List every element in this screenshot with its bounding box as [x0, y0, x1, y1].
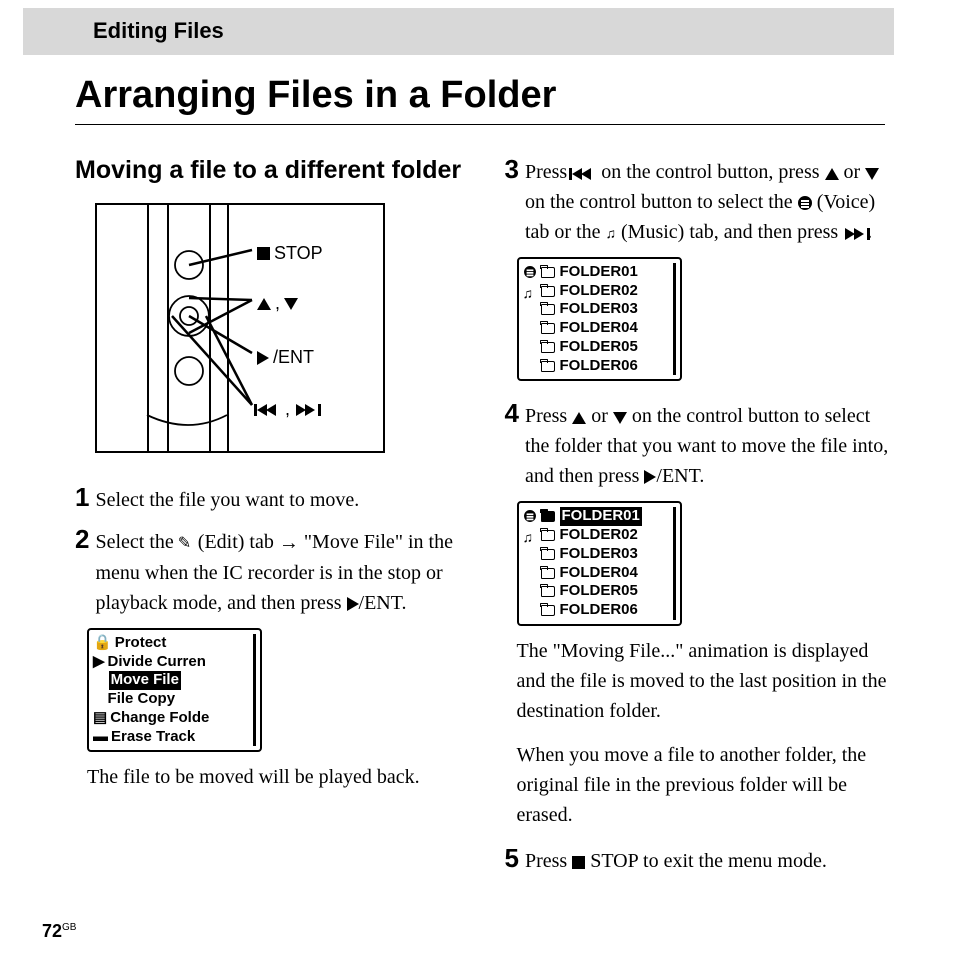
play-icon: [257, 351, 269, 365]
folder-row: FOLDER06: [541, 601, 670, 620]
folder-row: FOLDER03: [541, 545, 670, 564]
folder-row: FOLDER03: [541, 300, 670, 319]
menu-row: ▶File Copy: [93, 690, 250, 709]
content-columns: Moving a file to a different folder: [0, 155, 954, 886]
folder-icon: [541, 586, 555, 597]
label-rewff: ,: [257, 397, 318, 422]
folder-row: FOLDER04: [541, 564, 670, 583]
down-icon: [613, 412, 627, 424]
label-ent: /ENT: [257, 345, 314, 370]
step-number: 1: [75, 483, 89, 512]
voice-tab-icon: [798, 196, 812, 210]
step-1: 1 Select the file you want to move.: [75, 483, 465, 515]
play-icon: [347, 597, 359, 611]
down-icon: [865, 168, 879, 180]
label-updown-text: ,: [275, 291, 280, 316]
folder-row-selected: FOLDER01: [541, 507, 670, 526]
menu-row-selected: ✎Move File: [93, 671, 250, 690]
arrow-right-icon: →: [279, 528, 299, 558]
music-tab-icon: ♫: [523, 529, 534, 547]
folder-icon: [541, 323, 555, 334]
folder-icon: [541, 342, 555, 353]
folder-icon: [541, 267, 555, 278]
page-title: Arranging Files in a Folder: [75, 69, 885, 125]
label-stop-text: STOP: [274, 241, 323, 266]
folder-row: FOLDER04: [541, 319, 670, 338]
music-tab-icon: ♫: [606, 227, 617, 242]
folder-icon: [541, 361, 555, 372]
folder-row: FOLDER01: [541, 263, 670, 282]
stop-icon: [257, 247, 270, 260]
step-4: 4 Press or on the control button to sele…: [505, 399, 895, 491]
folder-row: FOLDER02: [541, 526, 670, 545]
step-text: Select the file you want to move.: [95, 483, 464, 515]
step-text: Press STOP to exit the menu mode.: [525, 844, 894, 876]
folder-icon: [541, 304, 555, 315]
subheading: Moving a file to a different folder: [75, 155, 465, 185]
step-number: 3: [505, 155, 519, 184]
up-icon: [572, 412, 586, 424]
lcd-folders: ♫ FOLDER01 FOLDER02 FOLDER03 FOLDER04 FO…: [517, 257, 682, 382]
diagram-svg: [97, 205, 385, 453]
up-icon: [257, 298, 271, 310]
forward-icon: [843, 228, 867, 240]
step-3: 3 Press on the control button, press or …: [505, 155, 895, 247]
step-number: 5: [505, 844, 519, 873]
folder-icon: [541, 530, 555, 541]
play-icon: [644, 470, 656, 484]
step-number: 2: [75, 525, 89, 554]
down-icon: [284, 298, 298, 310]
device-diagram: STOP , /ENT ,: [95, 203, 385, 453]
section-title: Editing Files: [93, 18, 224, 43]
step-2: 2 Select the (Edit) tab → "Move File" in…: [75, 525, 465, 618]
step-2-caption: The file to be moved will be played back…: [87, 762, 465, 792]
voice-tab-icon: [524, 511, 536, 523]
region-code: GB: [62, 922, 76, 933]
rewind-icon: [257, 404, 281, 416]
music-tab-icon: ♫: [523, 285, 534, 303]
up-icon: [825, 168, 839, 180]
rewind-icon: [572, 168, 596, 180]
label-ent-text: /ENT: [273, 345, 314, 370]
step-4-p2: When you move a file to another folder, …: [517, 740, 895, 830]
lcd-folders-selected: ♫ FOLDER01 FOLDER02 FOLDER03 FOLDER04 FO…: [517, 501, 682, 626]
step-text: Press or on the control button to select…: [525, 399, 894, 491]
folder-icon: [541, 549, 555, 560]
stop-icon: [572, 856, 585, 869]
folder-icon: [541, 511, 555, 522]
folder-icon: [541, 286, 555, 297]
folder-row: FOLDER05: [541, 338, 670, 357]
folder-row: FOLDER05: [541, 582, 670, 601]
edit-icon: [179, 536, 193, 550]
folder-row: FOLDER06: [541, 357, 670, 376]
step-number: 4: [505, 399, 519, 428]
lcd-menu: 🔒Protect ▶Divide Curren ✎Move File ▶File…: [87, 628, 262, 753]
step-4-p1: The "Moving File..." animation is displa…: [517, 636, 895, 726]
step-text: Select the (Edit) tab → "Move File" in t…: [95, 525, 464, 618]
right-column: 3 Press on the control button, press or …: [505, 155, 895, 886]
step-text: Press on the control button, press or on…: [525, 155, 894, 247]
menu-row: ▬Erase Track: [93, 728, 250, 747]
step-5: 5 Press STOP to exit the menu mode.: [505, 844, 895, 876]
folder-icon: [541, 568, 555, 579]
page-footer: 72GB: [42, 919, 76, 944]
forward-icon: [294, 404, 318, 416]
menu-row: ▤Change Folde: [93, 709, 250, 728]
label-rewff-text: ,: [285, 397, 290, 422]
folder-icon: [541, 605, 555, 616]
label-stop: STOP: [257, 241, 323, 266]
page-number: 72: [42, 921, 62, 941]
menu-row: 🔒Protect: [93, 634, 250, 653]
left-column: Moving a file to a different folder: [75, 155, 465, 886]
voice-tab-icon: [524, 266, 536, 278]
menu-row: ▶Divide Curren: [93, 653, 250, 672]
folder-row: FOLDER02: [541, 282, 670, 301]
section-header: Editing Files: [23, 8, 894, 55]
label-updown: ,: [257, 291, 298, 316]
